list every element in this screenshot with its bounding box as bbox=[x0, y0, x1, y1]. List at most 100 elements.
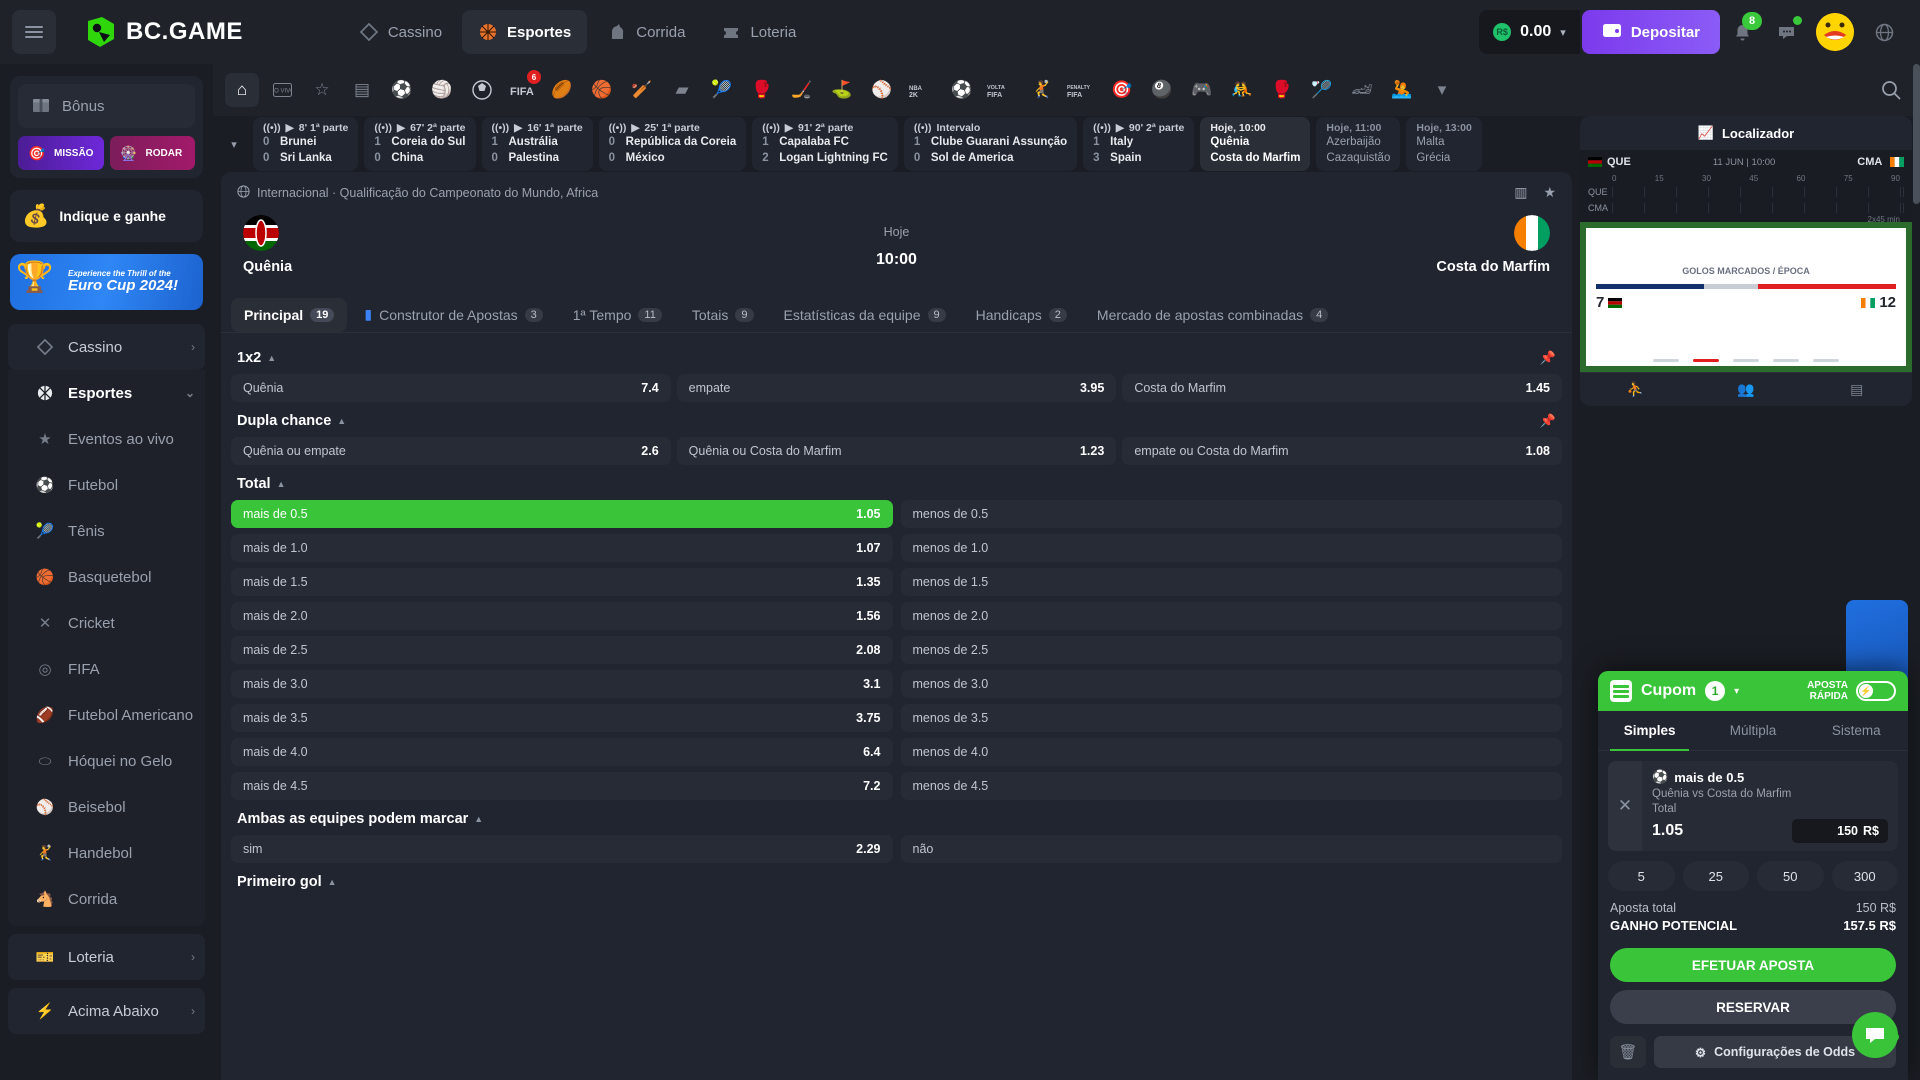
odd-button-under[interactable]: menos de 0.5 bbox=[900, 500, 1562, 528]
hockey-icon[interactable]: 🏒 bbox=[785, 73, 819, 107]
sidebar-item-basquetebol[interactable]: 🏀 Basquetebol bbox=[8, 554, 205, 600]
darts-icon[interactable]: 🎯 bbox=[1105, 73, 1139, 107]
sidebar-item-futebol[interactable]: ⚽ Futebol bbox=[8, 462, 205, 508]
tab-mercado-de-apostas-combinadas[interactable]: Mercado de apostas combinadas 4 bbox=[1084, 298, 1341, 332]
pin-icon[interactable]: 📌 bbox=[1540, 350, 1556, 366]
list-icon[interactable]: ▤ bbox=[345, 73, 379, 107]
fifa-icon[interactable]: FIFA 6 bbox=[505, 70, 541, 107]
menu-toggle-button[interactable] bbox=[12, 10, 56, 54]
spin-button[interactable]: 🎡 RODAR bbox=[109, 136, 195, 170]
locator-tab-pitch[interactable]: ⛹ bbox=[1580, 373, 1691, 406]
topnav-item-corrida[interactable]: Corrida bbox=[591, 10, 701, 54]
reserve-button[interactable]: RESERVAR bbox=[1610, 990, 1896, 1024]
chat-button[interactable] bbox=[1764, 10, 1808, 54]
brand-logo-link[interactable]: BC.GAME bbox=[84, 15, 243, 49]
nba2k-icon[interactable]: NBA 2K bbox=[905, 73, 939, 107]
user-avatar[interactable] bbox=[1816, 13, 1854, 51]
page-scrollbar[interactable] bbox=[1913, 64, 1920, 204]
odd-button-over[interactable]: mais de 3.5 3.75 bbox=[231, 704, 893, 732]
euro-cup-banner[interactable]: 🏆 Experience the Thrill of the Euro Cup … bbox=[10, 254, 203, 310]
soccer-icon[interactable] bbox=[465, 73, 499, 107]
sidebar-item-cassino[interactable]: Cassino › bbox=[8, 324, 205, 370]
odd-button-over[interactable]: mais de 2.0 1.56 bbox=[231, 602, 893, 630]
home-icon[interactable]: ⌂ bbox=[225, 73, 259, 107]
motorsport-icon[interactable]: 🏎 bbox=[1345, 73, 1379, 107]
badminton-icon[interactable]: 🏸 bbox=[1305, 73, 1339, 107]
odd-button-over[interactable]: mais de 4.5 7.2 bbox=[231, 772, 893, 800]
quick-stake-5[interactable]: 5 bbox=[1608, 861, 1675, 891]
search-icon[interactable] bbox=[1874, 73, 1908, 107]
sidebar-item-fifa[interactable]: ◎ FIFA bbox=[8, 646, 205, 692]
odd-button-yes[interactable]: sim 2.29 bbox=[231, 835, 893, 863]
quick-bet-toggle-group[interactable]: APOSTA RÁPIDA ⚡ bbox=[1807, 680, 1896, 702]
tab-principal[interactable]: Principal 19 bbox=[231, 297, 348, 332]
sidebar-item-hoquei-no-gelo[interactable]: ⬭ Hóquei no Gelo bbox=[8, 738, 205, 784]
sidebar-item-eventos-ao-vivo[interactable]: ★ Eventos ao vivo bbox=[8, 416, 205, 462]
volta-fifa-icon[interactable]: VOLTA FIFA bbox=[985, 73, 1019, 107]
tab-construtor-de-apostas[interactable]: ▮ Construtor de Apostas 3 bbox=[351, 297, 555, 332]
odd-button-under[interactable]: menos de 2.0 bbox=[900, 602, 1562, 630]
tennis-icon[interactable]: 🎾 bbox=[705, 73, 739, 107]
live-match-card[interactable]: ((•)) ▶ 25' 1ª parte 0 República da Core… bbox=[598, 116, 747, 172]
quick-stake-300[interactable]: 300 bbox=[1831, 861, 1898, 891]
stake-input[interactable]: 150 R$ bbox=[1792, 819, 1888, 843]
odd-button-over[interactable]: mais de 1.0 1.07 bbox=[231, 534, 893, 562]
penalty-fifa-icon[interactable]: PENALTY FIFA bbox=[1065, 73, 1099, 107]
sidebar-bonus-button[interactable]: Bônus bbox=[18, 84, 195, 128]
market-header-ambas-marcam[interactable]: Ambas as equipes podem marcar ▲ bbox=[231, 800, 1562, 835]
odd-button[interactable]: Quênia ou empate 2.6 bbox=[231, 437, 671, 465]
odd-button-under[interactable]: menos de 4.5 bbox=[900, 772, 1562, 800]
upcoming-match-card[interactable]: Hoje, 13:00 Malta Grécia bbox=[1406, 116, 1482, 172]
remove-selection-button[interactable]: ✕ bbox=[1608, 761, 1642, 851]
sidebar-item-loteria[interactable]: 🎫 Loteria › bbox=[8, 934, 205, 980]
quick-bet-toggle[interactable]: ⚡ bbox=[1856, 681, 1896, 701]
odd-button[interactable]: Quênia 7.4 bbox=[231, 374, 671, 402]
esports-icon[interactable]: 🎮 bbox=[1185, 73, 1219, 107]
quick-stake-25[interactable]: 25 bbox=[1682, 861, 1749, 891]
odd-button[interactable]: Quênia ou Costa do Marfim 1.23 bbox=[676, 437, 1117, 465]
upcoming-match-card[interactable]: Hoje, 11:00 Azerbaijão Cazaquistão bbox=[1316, 116, 1401, 172]
cricket-icon[interactable]: 🏏 bbox=[625, 73, 659, 107]
carousel-dot[interactable] bbox=[1813, 359, 1839, 362]
market-header-dupla-chance[interactable]: Dupla chance ▲ 📌 bbox=[231, 402, 1562, 437]
boxing-icon[interactable]: 🥊 bbox=[1265, 73, 1299, 107]
star-icon[interactable]: ☆ bbox=[305, 73, 339, 107]
ufc-icon[interactable]: 🥊 bbox=[745, 73, 779, 107]
quick-stake-50[interactable]: 50 bbox=[1757, 861, 1824, 891]
table-tennis-icon[interactable]: ▰ bbox=[665, 73, 699, 107]
odd-button-under[interactable]: menos de 3.0 bbox=[900, 670, 1562, 698]
sidebar-item-esportes[interactable]: Esportes ⌄ bbox=[8, 370, 205, 416]
rugby-icon[interactable]: 🏉 bbox=[545, 73, 579, 107]
odd-button-over[interactable]: mais de 3.0 3.1 bbox=[231, 670, 893, 698]
live-tv-icon[interactable]: AO VIVO bbox=[265, 73, 299, 107]
star-icon[interactable]: ★ bbox=[1543, 184, 1556, 201]
sidebar-item-acima-abaixo[interactable]: ⚡ Acima Abaixo › bbox=[8, 988, 205, 1034]
sidebar-item-cricket[interactable]: ✕ Cricket bbox=[8, 600, 205, 646]
odd-button-over[interactable]: mais de 1.5 1.35 bbox=[231, 568, 893, 596]
bet-slip-tab-simples[interactable]: Simples bbox=[1598, 711, 1701, 751]
notifications-button[interactable]: 8 bbox=[1720, 10, 1764, 54]
tab-totais[interactable]: Totais 9 bbox=[679, 298, 767, 332]
soccer-ball-icon[interactable]: ⚽ bbox=[385, 73, 419, 107]
bet-slip-header[interactable]: Cupom 1 ▾ APOSTA RÁPIDA ⚡ bbox=[1598, 671, 1908, 711]
odd-button[interactable]: empate 3.95 bbox=[676, 374, 1117, 402]
topnav-item-cassino[interactable]: Cassino bbox=[343, 10, 458, 54]
refer-and-earn-button[interactable]: 💰 Indique e ganhe bbox=[10, 190, 203, 242]
pin-icon[interactable]: 📌 bbox=[1540, 413, 1556, 429]
odd-button[interactable]: empate ou Costa do Marfim 1.08 bbox=[1122, 437, 1562, 465]
volleyball-icon[interactable]: 🏐 bbox=[425, 73, 459, 107]
odd-button-under[interactable]: menos de 1.5 bbox=[900, 568, 1562, 596]
topnav-item-loteria[interactable]: Loteria bbox=[705, 10, 812, 54]
odd-button-over[interactable]: mais de 0.5 1.05 bbox=[231, 500, 893, 528]
waterpolo-icon[interactable]: 🤽 bbox=[1385, 73, 1419, 107]
pitch-carousel-dots[interactable] bbox=[1586, 359, 1906, 362]
place-bet-button[interactable]: EFETUAR APOSTA bbox=[1610, 948, 1896, 982]
sidebar-item-beisebol[interactable]: ⚾ Beisebol bbox=[8, 784, 205, 830]
soccer2-icon[interactable]: ⚽ bbox=[945, 73, 979, 107]
basketball-icon[interactable]: 🏀 bbox=[585, 73, 619, 107]
live-match-card[interactable]: ((•)) ▶ 91' 2ª parte 1 Capalaba FC 2 Log… bbox=[752, 116, 898, 172]
market-header-total[interactable]: Total ▲ bbox=[231, 465, 1562, 500]
locator-tab-lineup[interactable]: 👥 bbox=[1691, 373, 1802, 406]
tab-estatisticas-da-equipe[interactable]: Estatísticas da equipe 9 bbox=[771, 298, 959, 332]
locator-tab-table[interactable]: ▤ bbox=[1801, 373, 1912, 406]
